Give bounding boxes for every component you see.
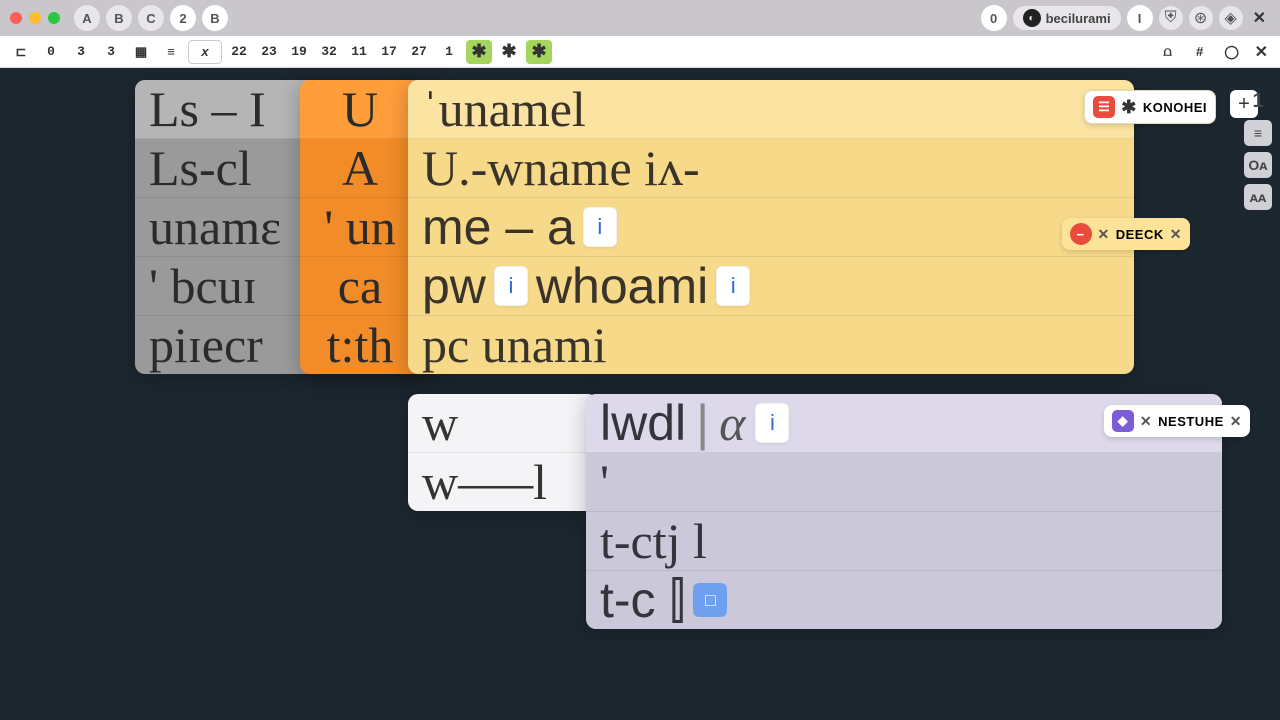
square-stop-icon[interactable]: □ <box>693 583 727 617</box>
close-window-button[interactable] <box>10 12 22 24</box>
tag-nesture-label: NESTUНE <box>1158 414 1224 429</box>
window-titlebar: A B C 2 B 0 ◐ becilurami I ⛨ ⊛ ◈ ✕ <box>0 0 1280 36</box>
yellow-row-4[interactable]: pw i whoami i <box>408 257 1134 316</box>
info-chip-icon[interactable]: i <box>583 207 617 247</box>
tool-dropdown[interactable]: x <box>188 40 222 64</box>
yellow-row-3[interactable]: me – a i <box>408 198 1134 257</box>
avatar-icon: ◐ <box>1023 9 1041 27</box>
lavender-row-2[interactable]: ' <box>586 453 1222 512</box>
tool-n17[interactable]: 17 <box>376 40 402 64</box>
toolbar: ⊏ 0 3 3 ▦ ≡ x 22 23 19 32 11 17 27 1 ✱ ✱… <box>0 36 1280 68</box>
tool-n1[interactable]: 1 <box>436 40 462 64</box>
minimize-window-button[interactable] <box>29 12 41 24</box>
white-row-2[interactable]: w—–l <box>408 453 598 511</box>
canvas: Ls – I Ls-cl unamɛ ' bcuɪ piɪecr U A ' u… <box>0 68 1280 720</box>
tag-deeck-label: DEECK <box>1116 227 1164 242</box>
tool-n22[interactable]: 22 <box>226 40 252 64</box>
counter-zero[interactable]: 0 <box>981 5 1007 31</box>
account-chip[interactable]: ◐ becilurami <box>1013 6 1121 30</box>
tag-konohei-label: KONOHEI <box>1143 100 1207 115</box>
white-row-1[interactable]: w <box>408 394 598 453</box>
globe-icon[interactable]: ⊛ <box>1189 6 1213 30</box>
orange-row-2[interactable]: A <box>300 139 420 198</box>
tool-bell-icon[interactable]: ⩍ <box>1155 40 1181 64</box>
tool-n32[interactable]: 32 <box>316 40 342 64</box>
info-i-button[interactable]: I <box>1127 5 1153 31</box>
tab-2[interactable]: 2 <box>170 5 196 31</box>
yellow-row-2[interactable]: U.-wname iᴧ- <box>408 139 1134 198</box>
tab-a[interactable]: A <box>74 5 100 31</box>
yellow-row-1[interactable]: ˈunamel <box>408 80 1134 139</box>
konohei-logo-icon: ☰ <box>1093 96 1115 118</box>
yellow-row-4-text-b: whoami <box>536 261 708 311</box>
close-icon[interactable]: ✕ <box>1230 413 1242 430</box>
orange-row-3[interactable]: ' un <box>300 198 420 257</box>
tool-n11[interactable]: 11 <box>346 40 372 64</box>
dock-menu-icon[interactable]: ≡ <box>1244 120 1272 146</box>
asterisk-icon: ✱ <box>1121 97 1137 118</box>
orange-row-5[interactable]: t:th <box>300 316 420 374</box>
tool-list[interactable]: ≡ <box>158 40 184 64</box>
traffic-lights <box>10 12 60 24</box>
orange-row-1[interactable]: U <box>300 80 420 139</box>
tool-n27[interactable]: 27 <box>406 40 432 64</box>
shield-icon[interactable]: ⛨ <box>1159 6 1183 30</box>
tag-deeck[interactable]: − ✕ DEECK ✕ <box>1062 218 1190 250</box>
right-dock: 1 ≡ Oᴀ ᴀᴀ <box>1244 88 1272 210</box>
toolbar-close-icon[interactable]: ✕ <box>1251 42 1272 62</box>
tool-3a[interactable]: 3 <box>68 40 94 64</box>
tag-konohei[interactable]: ☰ ✱ KONOHEI <box>1084 90 1216 124</box>
yellow-row-4-text-a: pw <box>422 261 486 311</box>
diamond-icon[interactable]: ◈ <box>1219 6 1243 30</box>
dock-oa-icon[interactable]: Oᴀ <box>1244 152 1272 178</box>
panel-white[interactable]: w w—–l <box>408 394 598 511</box>
tool-3b[interactable]: 3 <box>98 40 124 64</box>
tool-help-icon[interactable]: ◯ <box>1219 40 1245 64</box>
tool-shape[interactable]: ⊏ <box>8 40 34 64</box>
lavender-row-4[interactable]: t-c ⫿ □ <box>586 571 1222 629</box>
lavender-head-text: lwdl <box>600 398 686 448</box>
close-icon[interactable]: ✕ <box>1098 226 1110 243</box>
panel-orange[interactable]: U A ' un ca t:th <box>300 80 420 374</box>
tool-0[interactable]: 0 <box>38 40 64 64</box>
account-name: becilurami <box>1046 11 1111 26</box>
close-icon[interactable]: ✕ <box>1140 413 1152 430</box>
yellow-row-5[interactable]: pc unami <box>408 316 1134 374</box>
tool-grid[interactable]: ▦ <box>128 40 154 64</box>
orange-row-4[interactable]: ca <box>300 257 420 316</box>
info-chip-icon[interactable]: i <box>494 266 528 306</box>
tag-nesture[interactable]: ◆ ✕ NESTUНE ✕ <box>1104 405 1250 437</box>
tool-n19[interactable]: 19 <box>286 40 312 64</box>
nesture-logo-icon: ◆ <box>1112 410 1134 432</box>
dock-counter[interactable]: 1 <box>1244 88 1272 114</box>
tool-star-green-2[interactable]: ✱ <box>526 40 552 64</box>
alpha-icon[interactable]: α <box>719 398 745 448</box>
tab-b[interactable]: B <box>106 5 132 31</box>
yellow-row-3-text: me – a <box>422 202 575 252</box>
deeck-logo-icon: − <box>1070 223 1092 245</box>
lavender-row-4-text: t-c ⫿ <box>600 575 685 625</box>
tool-hash-icon[interactable]: # <box>1187 40 1213 64</box>
tool-n23[interactable]: 23 <box>256 40 282 64</box>
tool-star-plain[interactable]: ✱ <box>496 40 522 64</box>
dock-aa-icon[interactable]: ᴀᴀ <box>1244 184 1272 210</box>
tab-b2[interactable]: B <box>202 5 228 31</box>
panel-yellow[interactable]: ˈunamel U.-wname iᴧ- me – a i pw i whoam… <box>408 80 1134 374</box>
close-icon[interactable]: ✕ <box>1249 8 1270 28</box>
info-chip-icon[interactable]: i <box>755 403 789 443</box>
info-chip-icon[interactable]: i <box>716 266 750 306</box>
maximize-window-button[interactable] <box>48 12 60 24</box>
tool-star-green-1[interactable]: ✱ <box>466 40 492 64</box>
tab-c[interactable]: C <box>138 5 164 31</box>
lavender-row-3[interactable]: t-ctj l <box>586 512 1222 571</box>
close-icon[interactable]: ✕ <box>1170 226 1182 243</box>
